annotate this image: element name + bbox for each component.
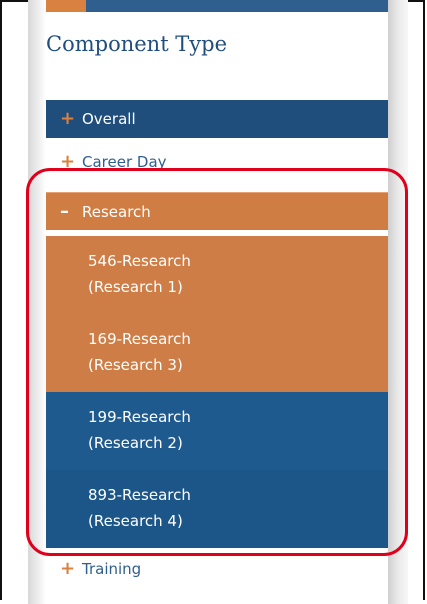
item-code: 893-Research: [88, 486, 191, 504]
category-label: Training: [82, 560, 142, 578]
item-name: (Research 4): [88, 512, 183, 530]
expand-icon: +: [60, 151, 76, 172]
expand-icon: +: [60, 558, 76, 579]
research-item[interactable]: 199-Research (Research 2): [46, 392, 388, 470]
category-overall[interactable]: + Overall: [46, 100, 388, 138]
research-item[interactable]: 893-Research (Research 4): [46, 470, 388, 548]
panel-top-bar: [46, 0, 388, 12]
item-name: (Research 1): [88, 278, 183, 296]
item-name: (Research 2): [88, 434, 183, 452]
category-label: Overall: [82, 110, 136, 128]
category-training[interactable]: + Training: [46, 554, 388, 584]
category-label: Career Day: [82, 153, 167, 171]
left-shadow: [28, 0, 46, 604]
item-code: 199-Research: [88, 408, 191, 426]
item-code: 546-Research: [88, 252, 191, 270]
research-item[interactable]: 169-Research (Research 3): [46, 314, 388, 392]
expand-icon: +: [60, 108, 76, 129]
collapse-icon: –: [60, 201, 69, 222]
research-item[interactable]: 546-Research (Research 1): [46, 236, 388, 314]
right-shadow: [388, 0, 408, 604]
category-career-day[interactable]: + Career Day: [46, 140, 388, 172]
panel-title: Component Type: [46, 32, 228, 56]
panel-top-accent: [46, 0, 86, 12]
item-name: (Research 3): [88, 356, 183, 374]
category-research[interactable]: – Research: [46, 192, 388, 230]
item-code: 169-Research: [88, 330, 191, 348]
category-label: Research: [82, 203, 151, 221]
